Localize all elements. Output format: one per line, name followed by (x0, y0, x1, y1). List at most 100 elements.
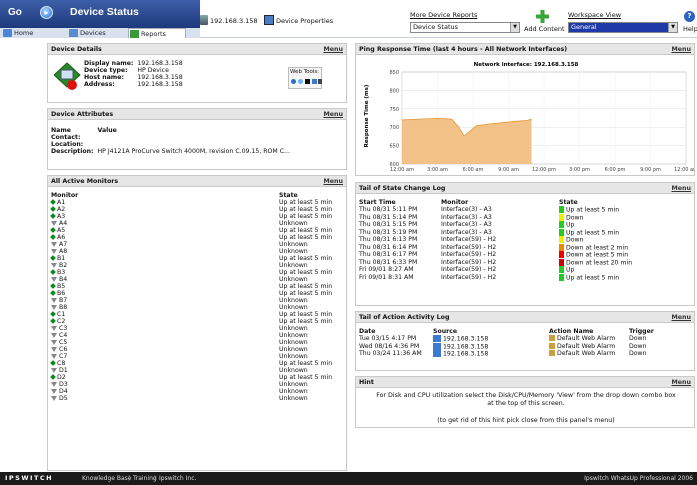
monitor-cell[interactable]: A1 (49, 199, 277, 206)
monitor-cell[interactable]: B5 (49, 283, 277, 290)
monitor-name[interactable]: B6 (57, 290, 65, 297)
table-row[interactable]: D1 Unknown (49, 367, 345, 374)
table-row[interactable]: A6 Up at least 5 min (49, 234, 345, 241)
monitor-icon[interactable] (318, 79, 322, 84)
help-link[interactable]: Help (683, 25, 697, 33)
table-row[interactable]: A5 Up at least 5 min (49, 227, 345, 234)
monitor-cell[interactable]: C1 (49, 311, 277, 318)
monitor-name[interactable]: D1 (59, 367, 68, 374)
monitor-name[interactable]: C6 (59, 346, 67, 353)
monitor-name[interactable]: A7 (59, 241, 67, 248)
panel-menu[interactable]: Menu (671, 379, 691, 386)
monitor-cell[interactable]: D4 (49, 388, 277, 395)
monitor-cell[interactable]: D2 (49, 374, 277, 381)
terminal-icon[interactable] (305, 79, 310, 84)
action-text[interactable]: Default Web Alarm (557, 335, 615, 342)
monitor-name[interactable]: A8 (59, 248, 67, 255)
monitor-name[interactable]: A6 (57, 234, 65, 241)
monitor-name[interactable]: D4 (59, 388, 68, 395)
tab-devices[interactable]: Devices (68, 28, 118, 38)
table-row[interactable]: C7 Unknown (49, 353, 345, 360)
monitor-cell[interactable]: A5 (49, 227, 277, 234)
tab-reports[interactable]: Reports (128, 28, 186, 38)
monitor-name[interactable]: B1 (57, 255, 65, 262)
monitor-cell[interactable]: C8 (49, 360, 277, 367)
go-button[interactable]: ▸ (40, 6, 53, 19)
monitor-cell[interactable]: C5 (49, 339, 277, 346)
monitor-name[interactable]: C7 (59, 353, 67, 360)
panel-menu[interactable]: Menu (671, 314, 691, 321)
monitor-cell[interactable]: B4 (49, 276, 277, 283)
monitor-cell[interactable]: D3 (49, 381, 277, 388)
monitor-cell[interactable]: B3 (49, 269, 277, 276)
table-row[interactable]: B7 Unknown (49, 297, 345, 304)
monitor-cell[interactable]: A4 (49, 220, 277, 227)
monitor-name[interactable]: D5 (59, 395, 68, 402)
monitor-cell[interactable]: C7 (49, 353, 277, 360)
monitor-name[interactable]: B3 (57, 269, 65, 276)
monitor-cell[interactable]: D1 (49, 367, 277, 374)
monitor-name[interactable]: C4 (59, 332, 67, 339)
table-row[interactable]: D2 Up at least 5 min (49, 374, 345, 381)
table-row[interactable]: D4 Unknown (49, 388, 345, 395)
help-icon[interactable]: ? (684, 11, 695, 22)
monitor-cell[interactable]: B2 (49, 262, 277, 269)
monitor-cell[interactable]: B8 (49, 304, 277, 311)
table-row[interactable]: C3 Unknown (49, 325, 345, 332)
table-row[interactable]: C5 Unknown (49, 339, 345, 346)
plus-icon[interactable] (536, 10, 549, 23)
monitor-name[interactable]: B8 (59, 304, 67, 311)
chevron-down-icon[interactable]: ▼ (668, 23, 677, 32)
table-row[interactable]: A4 Unknown (49, 220, 345, 227)
monitor-name[interactable]: B5 (57, 283, 65, 290)
panel-menu[interactable]: Menu (323, 111, 343, 118)
monitor-name[interactable]: B7 (59, 297, 67, 304)
add-content-link[interactable]: Add Content (524, 25, 565, 33)
table-row[interactable]: C8 Up at least 5 min (49, 360, 345, 367)
table-row[interactable]: A3 Up at least 5 min (49, 213, 345, 220)
monitor-name[interactable]: C5 (59, 339, 67, 346)
network-icon[interactable] (312, 79, 317, 84)
panel-menu[interactable]: Menu (671, 46, 691, 53)
panel-menu[interactable]: Menu (323, 46, 343, 53)
table-row[interactable]: B3 Up at least 5 min (49, 269, 345, 276)
monitor-name[interactable]: C8 (57, 360, 65, 367)
table-row[interactable]: B1 Up at least 5 min (49, 255, 345, 262)
monitor-cell[interactable]: C6 (49, 346, 277, 353)
tab-home[interactable]: Home (2, 28, 42, 38)
table-row[interactable]: A7 Unknown (49, 241, 345, 248)
table-row[interactable]: B5 Up at least 5 min (49, 283, 345, 290)
monitor-cell[interactable]: A8 (49, 248, 277, 255)
workspace-select[interactable]: General ▼ (568, 22, 678, 33)
table-row[interactable]: A1 Up at least 5 min (49, 199, 345, 206)
monitor-cell[interactable]: B1 (49, 255, 277, 262)
footer-link-knowledge-base[interactable]: Knowledge Base (82, 472, 132, 485)
monitor-cell[interactable]: C3 (49, 325, 277, 332)
table-row[interactable]: B4 Unknown (49, 276, 345, 283)
table-row[interactable]: C2 Up at least 5 min (49, 318, 345, 325)
source-text[interactable]: 192.168.3.158 (443, 343, 488, 350)
chevron-down-icon[interactable]: ▼ (510, 23, 519, 32)
monitor-name[interactable]: B4 (59, 276, 67, 283)
monitor-cell[interactable]: D5 (49, 395, 277, 402)
table-row[interactable]: D3 Unknown (49, 381, 345, 388)
action-text[interactable]: Default Web Alarm (557, 350, 615, 357)
monitor-cell[interactable]: A3 (49, 213, 277, 220)
table-row[interactable]: A8 Unknown (49, 248, 345, 255)
panel-menu[interactable]: Menu (671, 185, 691, 192)
workspace-view-label[interactable]: Workspace View (568, 11, 621, 19)
monitor-cell[interactable]: A6 (49, 234, 277, 241)
table-row[interactable]: B6 Up at least 5 min (49, 290, 345, 297)
monitor-cell[interactable]: A2 (49, 206, 277, 213)
report-select[interactable]: Device Status ▼ (410, 22, 520, 33)
monitor-name[interactable]: C3 (59, 325, 67, 332)
device-properties-link[interactable]: Device Properties (276, 17, 333, 25)
panel-menu[interactable]: Menu (323, 178, 343, 185)
table-row[interactable]: B2 Unknown (49, 262, 345, 269)
monitor-name[interactable]: D3 (59, 381, 68, 388)
monitor-name[interactable]: A1 (57, 199, 65, 206)
source-text[interactable]: 192.168.3.158 (443, 336, 488, 343)
monitor-name[interactable]: A3 (57, 213, 65, 220)
table-row[interactable]: D5 Unknown (49, 395, 345, 402)
monitor-name[interactable]: C2 (57, 318, 65, 325)
